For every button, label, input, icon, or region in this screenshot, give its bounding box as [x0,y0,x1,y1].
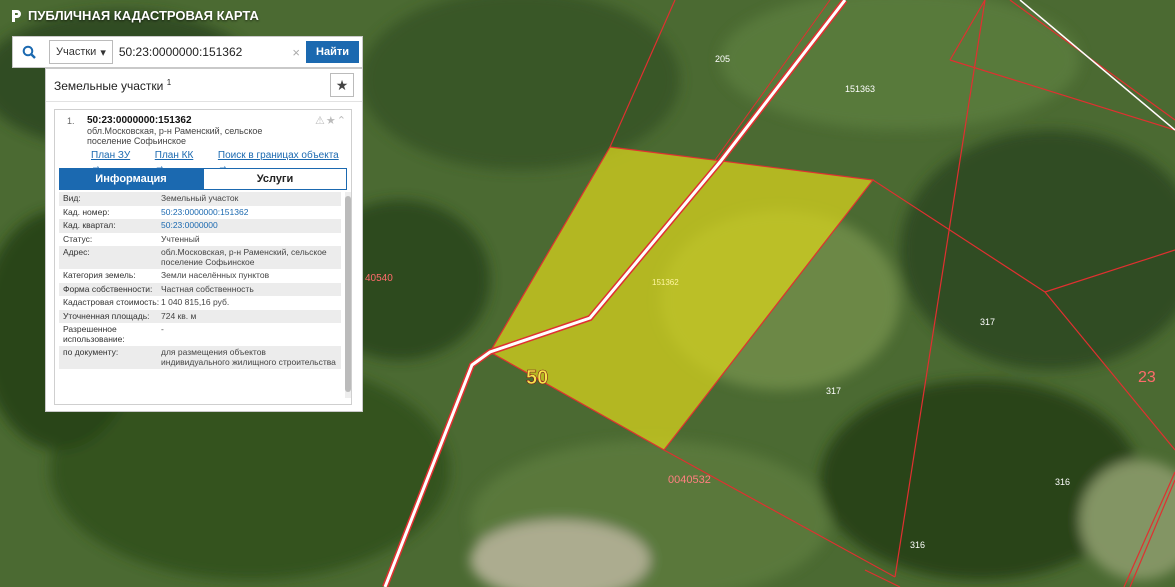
chevron-up-icon[interactable]: ⌃ [337,115,347,127]
panel-header: Земельные участки 1 ★ [46,69,362,102]
chevron-down-icon: ▾ [100,46,106,59]
plan-kk-link[interactable]: План КК → [155,150,206,172]
map-label: 151363 [845,84,875,94]
plan-zu-link[interactable]: План ЗУ → [91,150,143,172]
map-label: 317 [980,317,995,327]
search-type-label: Участки [56,46,97,58]
map-label: 151362 [652,278,679,287]
app-title-bar: ПУБЛИЧНАЯ КАДАСТРОВАЯ КАРТА [10,8,259,23]
table-row: Разрешенное использование: - [63,324,164,344]
map-label: 317 [826,386,841,396]
search-input[interactable] [112,41,287,63]
table-row: Категория земель: Земли населённых пункто… [63,270,270,280]
table-row: Вид: Земельный участок [59,192,341,206]
search-bar: Участки ▾ × Найти [12,36,363,68]
result-header[interactable]: 1. 50:23:0000000:151362 обл.Московская, … [55,110,351,148]
table-row: Уточненная площадь: 724 кв. м [59,309,341,323]
table-row: Адрес: обл.Московская, р-н Раменский, сел… [59,246,341,269]
app-title: ПУБЛИЧНАЯ КАДАСТРОВАЯ КАРТА [28,8,259,23]
map-label: 50 [526,367,548,389]
search-type-select[interactable]: Участки ▾ [49,40,113,64]
table-row: Статус: Учтенный [63,233,200,244]
table-row: Кад. номер: 50:23:0000000:151362 [63,206,249,217]
favorite-button[interactable]: ★ [330,73,354,97]
search-icon[interactable] [13,45,45,59]
tab-services[interactable]: Услуги [203,168,347,190]
table-row: по документу: для размещения объектов инд… [59,346,341,369]
map-label: 23 [1138,369,1156,386]
result-links: План ЗУ → План КК → Поиск в границах объ… [55,150,351,172]
result-count: 1 [166,77,172,87]
map-label: 0040532 [668,474,711,486]
star-icon[interactable]: ★ [326,115,337,127]
result-address: обл.Московская, р-н Раменский, сельское … [87,126,263,146]
logo-icon [12,9,21,22]
map-label: 40540 [365,273,393,284]
map-label: 316 [1055,477,1070,487]
result-index: 1. [67,116,75,126]
map-label: 316 [910,540,925,550]
table-row: Кад. квартал: 50:23:0000000 [59,219,341,233]
scrollbar-thumb[interactable] [345,196,351,392]
scrollbar[interactable] [345,192,351,398]
clear-icon[interactable]: × [286,45,306,60]
search-submit-button[interactable]: Найти [306,41,359,63]
panel-heading: Земельные участки [54,78,164,93]
info-tabs: Информация Услуги [59,168,347,190]
map-label: 205 [715,54,730,64]
result-card: 1. 50:23:0000000:151362 обл.Московская, … [54,109,352,405]
table-row: Форма собственности: Частная собственност… [59,282,341,296]
search-in-bounds-link[interactable]: Поиск в границах объекта → [218,150,351,172]
tab-information[interactable]: Информация [59,168,203,190]
star-icon: ★ [335,76,349,93]
warning-icon[interactable]: ⚠ [315,115,326,127]
info-table: Вид: Земельный участок Кад. номер: 50:23:0… [59,192,341,400]
results-panel: Земельные участки 1 ★ 1. 50:23:0000000:1… [45,68,363,412]
result-cad-number: 50:23:0000000:151362 [87,115,192,126]
table-row: Кадастровая стоимость: 1 040 815,16 руб. [63,297,230,307]
